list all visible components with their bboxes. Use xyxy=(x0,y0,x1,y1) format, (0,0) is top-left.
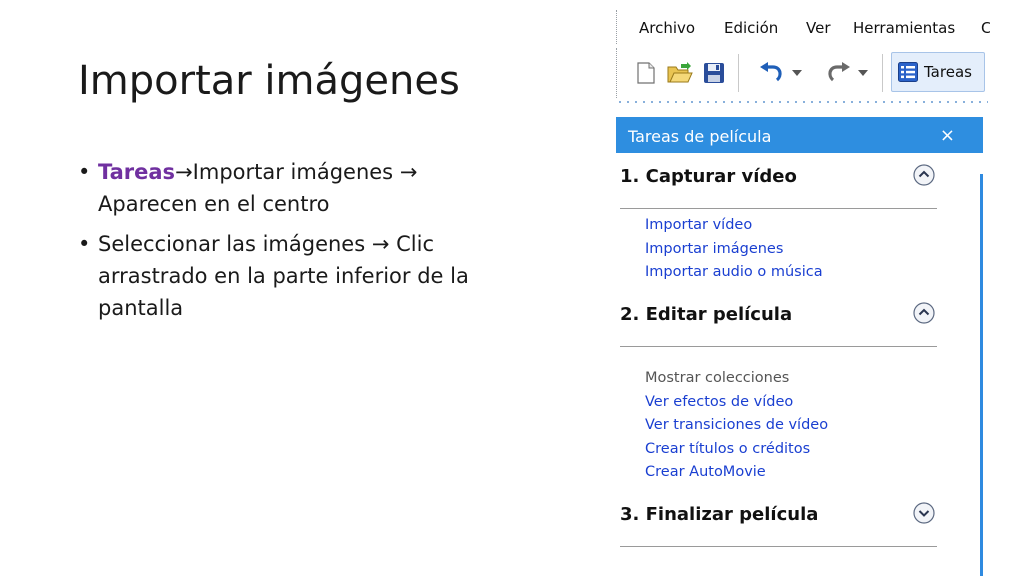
tasks-button-label: Tareas xyxy=(924,63,972,81)
undo-icon xyxy=(760,62,782,82)
bullet-2-arrow-1: → xyxy=(371,232,390,256)
slide-title: Importar imágenes xyxy=(78,58,460,104)
bullet-1-text-1: Importar imágenes xyxy=(192,160,400,184)
toolbar-separator-2 xyxy=(882,54,883,92)
section-2-title[interactable]: 2. Editar película xyxy=(620,304,792,325)
chevron-up-circle-icon[interactable] xyxy=(913,302,935,324)
redo-icon xyxy=(828,62,850,82)
movie-maker-screenshot: Archivo Edición Ver Herramientas C Tarea… xyxy=(616,10,990,576)
bullet-item-1: Tareas→Importar imágenes → Aparecen en e… xyxy=(78,156,518,220)
panel-right-border xyxy=(980,174,983,576)
open-folder-icon xyxy=(667,62,693,83)
tasks-button[interactable]: Tareas xyxy=(891,52,985,92)
menu-ver[interactable]: Ver xyxy=(806,19,831,37)
item-mostrar-colecciones: Mostrar colecciones xyxy=(645,370,790,386)
redo-button[interactable] xyxy=(821,58,873,88)
new-document-icon xyxy=(637,62,655,84)
redo-dropdown-icon xyxy=(858,70,868,76)
link-ver-transiciones[interactable]: Ver transiciones de vídeo xyxy=(645,414,828,438)
menu-cut-off[interactable]: C xyxy=(981,19,990,37)
tasks-panel-header: Tareas de película × xyxy=(616,117,983,153)
menu-archivo[interactable]: Archivo xyxy=(639,19,695,37)
save-button[interactable] xyxy=(701,58,727,88)
bullet-1-arrow-2: → xyxy=(399,160,418,184)
bullet-1-accent: Tareas xyxy=(98,160,176,184)
section-3-divider xyxy=(620,546,937,547)
section-2-divider xyxy=(620,346,937,347)
bullet-2-text-1: Seleccionar las imágenes xyxy=(98,232,372,256)
bullet-item-2: Seleccionar las imágenes → Clic arrastra… xyxy=(78,228,518,324)
section-1-divider xyxy=(620,208,937,209)
bullet-list: Tareas→Importar imágenes → Aparecen en e… xyxy=(78,156,518,332)
tasks-list-icon xyxy=(898,62,918,82)
open-button[interactable] xyxy=(666,58,694,88)
toolbar-gripper-band xyxy=(616,98,988,108)
section-1-title[interactable]: 1. Capturar vídeo xyxy=(620,166,797,187)
undo-button[interactable] xyxy=(755,58,807,88)
link-crear-automovie[interactable]: Crear AutoMovie xyxy=(645,461,828,485)
menu-herramientas[interactable]: Herramientas xyxy=(853,19,955,37)
toolbar-separator xyxy=(738,54,739,92)
link-importar-audio[interactable]: Importar audio o música xyxy=(645,261,823,285)
section-3-title[interactable]: 3. Finalizar película xyxy=(620,504,818,525)
toolbar: Tareas xyxy=(616,48,989,98)
chevron-up-circle-icon[interactable] xyxy=(913,164,935,186)
new-button[interactable] xyxy=(633,58,659,88)
bullet-1-arrow-1: → xyxy=(175,160,193,184)
link-importar-imagenes[interactable]: Importar imágenes xyxy=(645,238,823,262)
undo-dropdown-icon xyxy=(792,70,802,76)
link-crear-titulos[interactable]: Crear títulos o créditos xyxy=(645,438,828,462)
chevron-down-circle-icon[interactable] xyxy=(913,502,935,524)
close-icon[interactable]: × xyxy=(940,125,955,146)
link-importar-video[interactable]: Importar vídeo xyxy=(645,214,823,238)
tasks-panel-title: Tareas de película xyxy=(628,127,772,146)
link-ver-efectos[interactable]: Ver efectos de vídeo xyxy=(645,391,828,415)
section-2-links: Mostrar colecciones Ver efectos de vídeo… xyxy=(645,367,828,485)
save-disk-icon xyxy=(704,63,724,83)
bullet-1-text-2: Aparecen en el centro xyxy=(98,192,330,216)
section-1-links: Importar vídeo Importar imágenes Importa… xyxy=(645,214,823,285)
menu-bar: Archivo Edición Ver Herramientas C xyxy=(616,10,990,44)
menu-edicion[interactable]: Edición xyxy=(724,19,778,37)
